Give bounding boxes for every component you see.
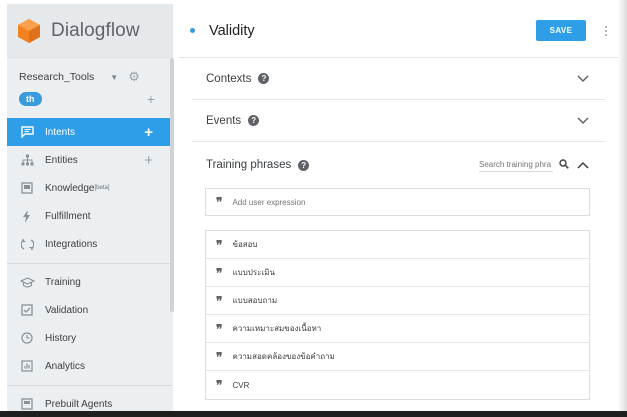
sidebar-item-prebuilt-agents[interactable]: Prebuilt Agents — [7, 390, 173, 411]
quote-icon: ❞ — [216, 265, 223, 280]
intent-title[interactable]: Validity — [209, 23, 255, 39]
app-name: Dialogflow — [51, 19, 140, 41]
training-phrase-text[interactable]: CVR — [232, 381, 249, 390]
sidebar: Dialogflow Research_Tools ▼ ⚙ th + Inten… — [7, 4, 173, 411]
sidebar-item-analytics[interactable]: Analytics — [7, 352, 173, 380]
quote-icon: ❞ — [216, 237, 223, 252]
search-icon[interactable] — [559, 156, 569, 174]
history-icon — [19, 330, 35, 346]
training-phrase-row[interactable]: ❞ CVR — [206, 371, 589, 399]
beta-badge: [beta] — [94, 185, 110, 191]
sidebar-divider — [7, 263, 173, 264]
events-title: Events — [206, 114, 242, 127]
add-language-icon[interactable]: + — [147, 91, 155, 107]
contexts-section[interactable]: Contexts ? — [192, 58, 605, 100]
agent-name: Research_Tools — [19, 71, 95, 83]
training-phrase-text[interactable]: ข้อสอบ — [232, 238, 257, 251]
sidebar-item-knowledge[interactable]: Knowledge [beta] — [7, 174, 173, 202]
sidebar-item-label: Intents — [45, 126, 76, 138]
sidebar-item-training[interactable]: Training — [7, 268, 173, 296]
help-icon[interactable]: ? — [248, 115, 260, 126]
fulfillment-icon — [19, 208, 35, 224]
language-badge[interactable]: th — [19, 92, 42, 106]
quote-icon: ❞ — [216, 378, 223, 392]
sidebar-item-fulfillment[interactable]: Fulfillment — [7, 202, 173, 230]
sidebar-item-label: Prebuilt Agents — [45, 398, 113, 410]
training-phrase-row[interactable]: ❞ ความสอดคล้องของข้อคำถาม — [206, 343, 589, 371]
training-icon — [19, 274, 35, 290]
validation-icon — [19, 302, 35, 318]
training-phrase-row[interactable]: ❞ ข้อสอบ — [206, 231, 589, 259]
sidebar-divider — [7, 385, 173, 386]
chevron-down-icon[interactable] — [577, 70, 589, 88]
sidebar-item-integrations[interactable]: Integrations — [7, 230, 173, 258]
gear-icon[interactable]: ⚙ — [128, 69, 140, 85]
contexts-title: Contexts — [206, 72, 252, 85]
sidebar-scrollbar[interactable] — [170, 58, 174, 312]
add-user-expression-box[interactable]: ❞ — [205, 188, 590, 216]
language-row: th + — [7, 88, 173, 110]
sidebar-item-label: Entities — [45, 154, 78, 166]
add-intent-icon[interactable]: + — [144, 124, 153, 141]
sidebar-item-label: Analytics — [45, 360, 86, 372]
chevron-up-icon[interactable] — [577, 156, 589, 174]
intent-status-dot — [190, 28, 195, 33]
analytics-icon — [19, 358, 35, 374]
sidebar-item-label: Validation — [45, 304, 89, 316]
sidebar-item-intents[interactable]: Intents + — [7, 118, 173, 146]
quote-icon: ❞ — [216, 195, 223, 209]
window-bottom-edge — [0, 411, 627, 417]
more-vert-icon[interactable] — [600, 25, 612, 36]
save-button[interactable]: SAVE — [536, 20, 586, 41]
sidebar-item-label: Integrations — [45, 238, 98, 250]
training-phrase-text[interactable]: แบบประเมิน — [232, 266, 274, 279]
training-phrase-text[interactable]: แบบสอบถาม — [232, 294, 277, 307]
training-phrase-text[interactable]: ความสอดคล้องของข้อคำถาม — [232, 350, 334, 363]
sidebar-item-entities[interactable]: Entities + — [7, 146, 173, 174]
training-phrases-header: Training phrases ? — [192, 142, 605, 188]
logo-row[interactable]: Dialogflow — [7, 4, 173, 58]
training-phrase-text[interactable]: ความเหมาะสมของเนื้อหา — [232, 322, 321, 335]
intents-icon — [19, 124, 35, 140]
integrations-icon — [19, 236, 35, 252]
quote-icon: ❞ — [216, 321, 223, 336]
sidebar-item-history[interactable]: History — [7, 324, 173, 352]
knowledge-icon — [19, 180, 35, 196]
caret-down-icon[interactable]: ▼ — [110, 73, 118, 82]
sidebar-nav: Intents + Entities + Knowledge [beta] Fu… — [7, 118, 173, 411]
sidebar-item-label: Training — [45, 276, 81, 288]
quote-icon: ❞ — [216, 293, 223, 308]
training-phrase-row[interactable]: ❞ แบบประเมิน — [206, 259, 589, 287]
intent-header: Validity SAVE — [178, 4, 618, 58]
sidebar-item-label: Knowledge — [45, 182, 95, 194]
agent-selector[interactable]: Research_Tools ▼ ⚙ — [7, 66, 173, 88]
intent-editor: Validity SAVE Contexts ? Events ? Traini… — [178, 4, 618, 411]
help-icon[interactable]: ? — [298, 159, 310, 171]
sidebar-item-label: History — [45, 332, 77, 344]
window-edge — [618, 0, 627, 417]
sidebar-item-validation[interactable]: Validation — [7, 296, 173, 324]
quote-icon: ❞ — [216, 349, 223, 364]
add-entity-icon[interactable]: + — [144, 152, 153, 169]
events-section[interactable]: Events ? — [192, 100, 605, 142]
add-user-expression-input[interactable] — [232, 197, 533, 207]
training-phrase-row[interactable]: ❞ ความเหมาะสมของเนื้อหา — [206, 315, 589, 343]
training-phrase-row[interactable]: ❞ แบบสอบถาม — [206, 287, 589, 315]
training-phrase-list: ❞ ข้อสอบ ❞ แบบประเมิน ❞ แบบสอบถาม ❞ ความ… — [205, 230, 590, 400]
prebuilt-agents-icon — [19, 396, 35, 411]
training-phrases-title: Training phrases — [206, 159, 292, 171]
help-icon[interactable]: ? — [258, 73, 270, 84]
search-training-phrases-input[interactable] — [479, 158, 553, 172]
dialogflow-logo-icon — [17, 18, 41, 44]
chevron-down-icon[interactable] — [577, 112, 589, 130]
sidebar-item-label: Fulfillment — [45, 210, 91, 222]
app-window: Dialogflow Research_Tools ▼ ⚙ th + Inten… — [0, 0, 627, 417]
entities-icon — [19, 152, 35, 168]
